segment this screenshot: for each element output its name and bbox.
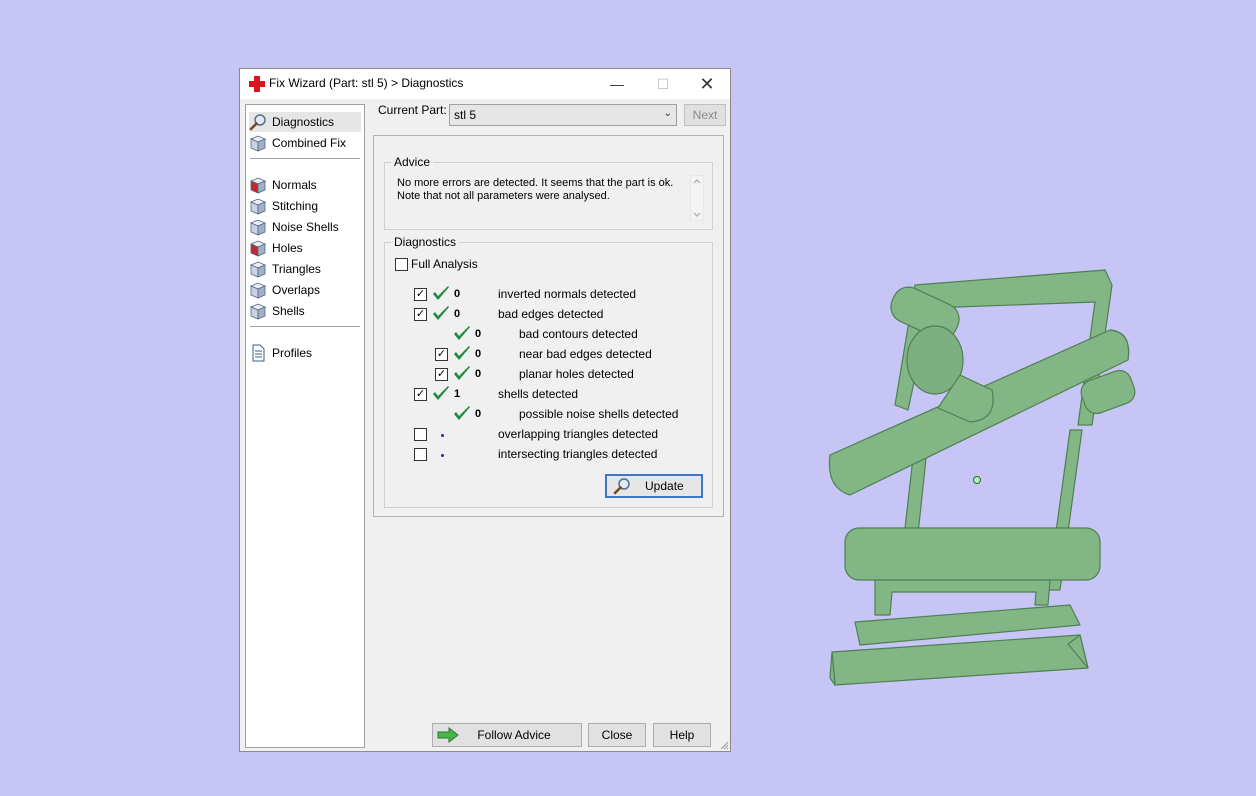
overlaps-cube-icon (249, 282, 267, 299)
row-label: shells detected (498, 387, 579, 401)
wizard-nav: Diagnostics Combined Fix Normals Stitching N… (245, 104, 365, 748)
row-label: planar holes detected (519, 367, 634, 381)
check-icon (433, 386, 449, 400)
holes-cube-icon (249, 240, 267, 257)
check-icon (454, 346, 470, 360)
nav-item-label: Noise Shells (272, 220, 339, 234)
resize-grip[interactable] (719, 740, 729, 750)
status-dot-icon (441, 454, 444, 457)
nav-item-label: Overlaps (272, 283, 321, 297)
nav-item-shells[interactable]: Shells (249, 301, 361, 321)
row-label: near bad edges detected (519, 347, 652, 361)
advice-scrollbar[interactable] (690, 175, 704, 221)
next-button[interactable]: Next (684, 104, 726, 126)
3d-model-view[interactable] (820, 260, 1140, 690)
update-label: Update (645, 479, 684, 493)
nav-separator (250, 326, 360, 327)
magnifier-icon (613, 478, 630, 495)
row-checkbox[interactable]: ✓ (435, 348, 448, 361)
nav-item-normals[interactable]: Normals (249, 175, 361, 195)
nav-item-label: Stitching (272, 199, 319, 213)
nav-item-triangles[interactable]: Triangles (249, 259, 361, 279)
status-dot-icon (441, 434, 444, 437)
follow-advice-label: Follow Advice (477, 728, 551, 742)
row-count: 0 (475, 348, 482, 360)
nav-item-diagnostics[interactable]: Diagnostics (249, 112, 361, 132)
maximize-button[interactable]: ☐ (640, 69, 686, 99)
row-label: inverted normals detected (498, 287, 637, 301)
nav-item-label: Holes (272, 241, 303, 255)
row-count: 0 (475, 408, 482, 420)
nav-item-overlaps[interactable]: Overlaps (249, 280, 361, 300)
nav-item-label: Diagnostics (272, 115, 335, 129)
row-checkbox[interactable]: ✓ (414, 308, 427, 321)
help-button[interactable]: Help (653, 723, 711, 747)
row-checkbox[interactable] (414, 428, 427, 441)
row-checkbox[interactable]: ✓ (414, 288, 427, 301)
magnifier-icon (249, 114, 266, 131)
row-count: 0 (454, 288, 461, 300)
chevron-down-icon: ⌄ (663, 108, 672, 119)
close-window-button[interactable]: ✕ (684, 69, 730, 99)
nav-item-holes[interactable]: Holes (249, 238, 361, 258)
row-label: intersecting triangles detected (498, 447, 658, 461)
nav-item-label: Triangles (272, 262, 321, 276)
title-bar[interactable]: Fix Wizard (Part: stl 5) > Diagnostics —… (240, 69, 730, 99)
row-label: overlapping triangles detected (498, 427, 659, 441)
nav-item-combined-fix[interactable]: Combined Fix (249, 133, 361, 153)
close-button[interactable]: Close (588, 723, 646, 747)
full-analysis-checkbox[interactable] (395, 258, 408, 271)
stitching-cube-icon (249, 198, 267, 215)
check-icon (454, 326, 470, 340)
row-count: 0 (475, 368, 482, 380)
window-title: Fix Wizard (Part: stl 5) > Diagnostics (269, 76, 464, 90)
row-count: 0 (475, 328, 482, 340)
normals-cube-icon (249, 177, 267, 194)
nav-item-label: Combined Fix (272, 136, 347, 150)
row-label: possible noise shells detected (519, 407, 679, 421)
arrow-right-icon (437, 727, 459, 743)
nav-item-stitching[interactable]: Stitching (249, 196, 361, 216)
advice-title: Advice (391, 155, 434, 169)
nav-separator (250, 158, 360, 159)
red-cross-icon (249, 76, 265, 92)
current-part-label: Current Part: (378, 103, 447, 117)
cube-icon (249, 135, 267, 152)
diagnostics-group: Diagnostics Full Analysis ✓ 0 inverted nor… (384, 235, 713, 508)
row-label: bad contours detected (519, 327, 638, 341)
noise-shells-icon (249, 219, 267, 236)
current-part-value: stl 5 (454, 108, 477, 122)
document-icon (252, 344, 265, 362)
follow-advice-button[interactable]: Follow Advice (432, 723, 582, 747)
row-checkbox[interactable]: ✓ (435, 368, 448, 381)
diagnostics-title: Diagnostics (391, 235, 460, 249)
update-button[interactable]: Update (605, 474, 703, 498)
current-part-select[interactable]: stl 5 ⌄ (449, 104, 677, 126)
nav-item-label: Profiles (272, 346, 313, 360)
diagnostics-panel: Advice No more errors are detected. It s… (373, 135, 724, 517)
nav-item-label: Normals (272, 178, 317, 192)
row-checkbox[interactable]: ✓ (414, 388, 427, 401)
check-icon (454, 366, 470, 380)
check-icon (454, 406, 470, 420)
advice-group: Advice No more errors are detected. It s… (384, 155, 713, 230)
nav-item-profiles[interactable]: Profiles (249, 343, 361, 363)
advice-text: No more errors are detected. It seems th… (397, 177, 687, 203)
row-count: 1 (454, 388, 461, 400)
fix-wizard-window: Fix Wizard (Part: stl 5) > Diagnostics —… (239, 68, 731, 752)
nav-item-noise-shells[interactable]: Noise Shells (249, 217, 361, 237)
check-icon (433, 306, 449, 320)
advice-line-2: Note that not all parameters were analys… (397, 190, 610, 202)
triangles-cube-icon (249, 261, 267, 278)
advice-line-1: No more errors are detected. It seems th… (397, 177, 674, 189)
row-checkbox[interactable] (414, 448, 427, 461)
full-analysis-label: Full Analysis (411, 257, 478, 271)
row-count: 0 (454, 308, 461, 320)
row-label: bad edges detected (498, 307, 604, 321)
shells-cube-icon (249, 303, 267, 320)
check-icon (433, 286, 449, 300)
nav-item-label: Shells (272, 304, 305, 318)
minimize-button[interactable]: — (594, 69, 640, 99)
